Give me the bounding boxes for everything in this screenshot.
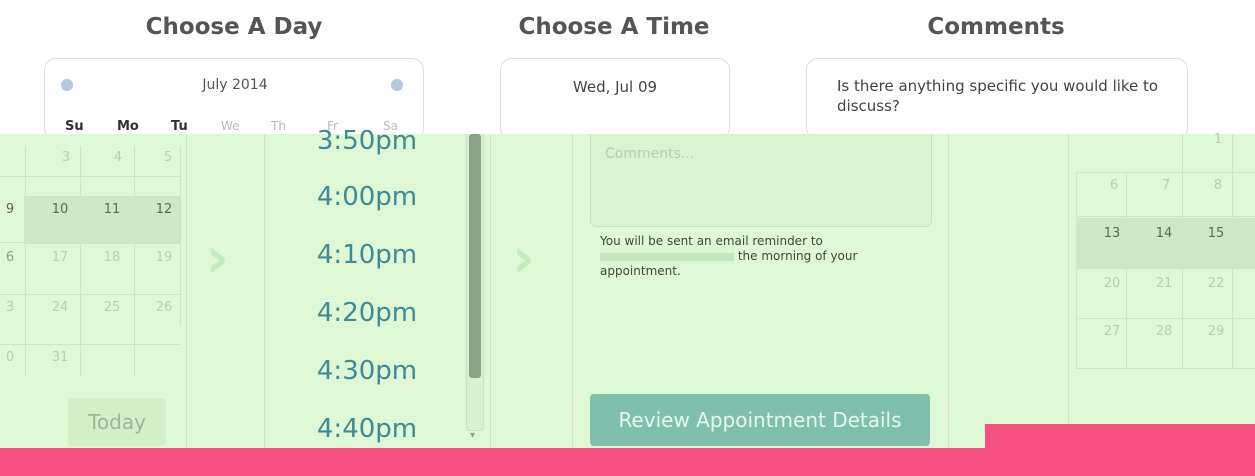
- day-cell[interactable]: 24: [50, 300, 70, 315]
- choose-time-heading: Choose A Time: [518, 14, 710, 40]
- email-placeholder: [600, 252, 734, 261]
- time-scrollbar-thumb[interactable]: [469, 134, 481, 378]
- day-cell[interactable]: 27: [1100, 324, 1124, 339]
- day-cell[interactable]: 19: [154, 250, 174, 265]
- comments-placeholder: Comments...: [605, 146, 695, 162]
- prev-month-icon[interactable]: [61, 79, 73, 91]
- day-cell[interactable]: 18: [102, 250, 122, 265]
- reminder-line-2: the morning of your: [600, 249, 920, 264]
- day-cell[interactable]: 8: [1208, 178, 1228, 193]
- pink-overlay-block: [985, 424, 1255, 450]
- day-cell[interactable]: 5: [158, 150, 178, 165]
- pink-overlay-band: [0, 448, 1255, 476]
- day-cell[interactable]: 21: [1152, 276, 1176, 291]
- comments-heading: Comments: [927, 14, 1065, 40]
- day-cell[interactable]: 12: [154, 202, 174, 217]
- day-cell[interactable]: 17: [50, 250, 70, 265]
- review-appointment-button[interactable]: Review Appointment Details: [590, 394, 930, 446]
- selected-date-label: Wed, Jul 09: [572, 78, 658, 96]
- comments-card: Is there anything specific you would lik…: [806, 58, 1188, 140]
- time-slot[interactable]: 4:40pm: [292, 414, 442, 444]
- today-button[interactable]: Today: [68, 398, 166, 446]
- scroll-down-icon[interactable]: ▾: [470, 430, 475, 441]
- choose-day-heading: Choose A Day: [145, 14, 323, 40]
- time-slot[interactable]: 4:00pm: [292, 182, 442, 212]
- time-scrollbar[interactable]: [466, 134, 484, 431]
- weekday-we: We: [221, 119, 240, 133]
- weekday-su: Su: [65, 119, 84, 134]
- day-cell[interactable]: 13: [1100, 226, 1124, 241]
- scheduler-panel: 3 4 5 9 10 11 12 6 17 18 19 3 24 25 26 0…: [0, 126, 1255, 452]
- reminder-line-3: appointment.: [600, 264, 681, 278]
- comments-prompt: Is there anything specific you would lik…: [837, 77, 1159, 115]
- day-cell[interactable]: 6: [1104, 178, 1124, 193]
- day-cell[interactable]: 11: [102, 202, 122, 217]
- day-cell[interactable]: 0: [0, 350, 20, 365]
- time-slot[interactable]: 3:50pm: [292, 126, 442, 156]
- month-label: July 2014: [202, 77, 268, 93]
- day-cell[interactable]: 10: [50, 202, 70, 217]
- day-cell[interactable]: 31: [50, 350, 70, 365]
- chevron-right-icon: ›: [512, 226, 536, 291]
- day-cell[interactable]: 4: [108, 150, 128, 165]
- chevron-right-icon: ›: [206, 226, 230, 291]
- day-cell[interactable]: 15: [1204, 226, 1228, 241]
- day-cell[interactable]: 9: [0, 202, 20, 217]
- time-card: Wed, Jul 09: [500, 58, 730, 140]
- day-cell[interactable]: 3: [0, 300, 20, 315]
- day-cell[interactable]: 22: [1204, 276, 1228, 291]
- next-month-icon[interactable]: [391, 79, 403, 91]
- day-cell[interactable]: 29: [1204, 324, 1228, 339]
- time-slot[interactable]: 4:30pm: [292, 356, 442, 386]
- day-cell[interactable]: 14: [1152, 226, 1176, 241]
- day-cell[interactable]: 25: [102, 300, 122, 315]
- reminder-line-2-suffix: the morning of your: [737, 249, 858, 263]
- day-cell[interactable]: 28: [1152, 324, 1176, 339]
- reminder-text: You will be sent an email reminder to th…: [600, 234, 920, 279]
- weekday-tu: Tu: [171, 119, 188, 134]
- day-cell[interactable]: 20: [1100, 276, 1124, 291]
- day-cell[interactable]: 3: [56, 150, 76, 165]
- day-cell[interactable]: 1: [1208, 132, 1228, 147]
- day-cell[interactable]: 26: [154, 300, 174, 315]
- weekday-mo: Mo: [117, 119, 139, 134]
- time-slot[interactable]: 4:20pm: [292, 298, 442, 328]
- day-cell[interactable]: 6: [0, 250, 20, 265]
- weekday-th: Th: [271, 119, 286, 133]
- reminder-line-1: You will be sent an email reminder to: [600, 234, 823, 248]
- time-slot[interactable]: 4:10pm: [292, 240, 442, 270]
- day-cell[interactable]: 7: [1156, 178, 1176, 193]
- comments-textarea[interactable]: Comments...: [590, 134, 932, 227]
